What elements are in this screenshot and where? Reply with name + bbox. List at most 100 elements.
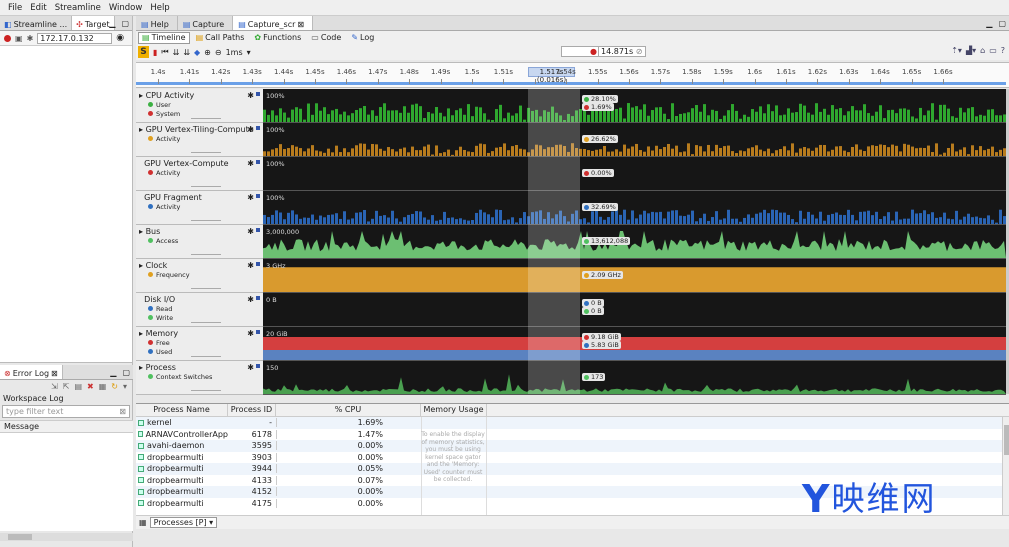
chart-color-icon[interactable]	[256, 160, 260, 164]
scrollbar-thumb[interactable]	[1004, 425, 1009, 455]
zoom-out-icon[interactable]: ⊖	[215, 48, 222, 57]
column-header-process-name[interactable]: Process Name	[136, 404, 228, 416]
timeline-overview-bar[interactable]	[136, 82, 1006, 85]
chart-color-icon[interactable]	[256, 194, 260, 198]
target-list-icon[interactable]: ▣	[15, 34, 23, 43]
message-column-header[interactable]: Message	[0, 420, 133, 433]
delete-log-icon[interactable]: ✖	[87, 382, 94, 391]
chart-plot-0[interactable]: 100% 28.10% 1.69%	[263, 89, 1006, 123]
chart-color-icon[interactable]	[256, 228, 260, 232]
restore-log-icon[interactable]: ↻	[111, 382, 118, 391]
gear-icon[interactable]: ✱	[247, 125, 254, 134]
gear-icon[interactable]: ✱	[247, 227, 254, 236]
maximize-icon[interactable]: ▢	[121, 19, 129, 28]
chart-label-4[interactable]: ▸ Bus Access ✱	[136, 225, 263, 259]
time-value-input[interactable]: 14.871s ⊘	[598, 46, 646, 57]
column-header-cpu[interactable]: % CPU	[276, 404, 421, 416]
chart-plot-3[interactable]: 100% 32.69%	[263, 191, 1006, 225]
filter-input[interactable]: type filter text ⊠	[2, 405, 130, 418]
snapshot-icon[interactable]: ⌂	[980, 46, 985, 55]
chart-plot-4[interactable]: 3,000,000 13,612,088	[263, 225, 1006, 259]
gear-icon[interactable]: ✱	[247, 91, 254, 100]
chart-plot-8[interactable]: 150 173	[263, 361, 1006, 395]
minimize-icon[interactable]: ▁	[986, 19, 992, 28]
chart-label-6[interactable]: Disk I/O Read Write ✱	[136, 293, 263, 327]
tab-capture-scr[interactable]: ▤ Capture_scr ⊠	[233, 16, 314, 30]
tab-streamline[interactable]: ◧ Streamline ...	[0, 16, 73, 30]
gear-icon[interactable]: ✱	[247, 193, 254, 202]
table-row[interactable]: ARNAVControllerApp 6178 1.47%	[136, 429, 1009, 441]
bookmark-icon[interactable]: ▮	[153, 48, 157, 57]
chart-plot-6[interactable]: 0 B0 B0 B	[263, 293, 1006, 327]
target-ip-input[interactable]: 172.17.0.132	[37, 32, 113, 44]
tab-capture[interactable]: ▤ Capture	[178, 16, 234, 30]
export-log-icon[interactable]: ⇲	[51, 382, 58, 391]
menu-window[interactable]: Window	[105, 3, 147, 13]
target-list[interactable]	[0, 46, 132, 363]
scrollbar-thumb[interactable]	[8, 534, 32, 540]
horizontal-scrollbar[interactable]	[0, 533, 133, 541]
help-icon[interactable]: ?	[1001, 46, 1005, 55]
gear-icon[interactable]: ✱	[247, 295, 254, 304]
resize-handle[interactable]	[191, 288, 221, 289]
resize-handle[interactable]	[191, 356, 221, 357]
export-icon[interactable]: ▭	[989, 46, 997, 55]
table-scrollbar[interactable]	[1002, 417, 1009, 516]
resize-handle[interactable]	[191, 118, 221, 119]
zoom-dropdown-icon[interactable]: ▾	[247, 48, 251, 57]
chart-color-icon[interactable]	[256, 262, 260, 266]
tab-timeline[interactable]: ▤ Timeline	[138, 31, 190, 44]
close-icon[interactable]: ⊠	[297, 20, 304, 29]
chart-plot-2[interactable]: 100% 0.00%	[263, 157, 1006, 191]
overflow-icon[interactable]: ⇡▾	[951, 46, 962, 55]
clear-log-icon[interactable]: ▤	[74, 382, 82, 391]
menu-edit[interactable]: Edit	[26, 3, 50, 13]
chart-plot-1[interactable]: 100% 26.62%	[263, 123, 1006, 157]
chart-label-5[interactable]: ▸ Clock Frequency ✱	[136, 259, 263, 293]
chart-color-icon[interactable]	[256, 296, 260, 300]
import-log-icon[interactable]: ⇱	[63, 382, 70, 391]
zoom-level[interactable]: 1ms	[226, 48, 243, 57]
maximize-icon[interactable]: ▢	[122, 368, 130, 377]
chart-label-1[interactable]: ▸ GPU Vertex-Tiling-Compute Activity ✱	[136, 123, 263, 157]
menu-help[interactable]: Help	[146, 3, 173, 13]
tab-functions[interactable]: ✿ Functions	[250, 32, 305, 44]
tab-processes[interactable]: Processes [P] ▾	[149, 517, 218, 528]
resize-handle[interactable]	[191, 186, 221, 187]
settings-icon[interactable]: ✱	[27, 34, 34, 43]
gear-icon[interactable]: ✱	[247, 363, 254, 372]
chart-color-icon[interactable]	[256, 92, 260, 96]
record-icon[interactable]	[4, 34, 11, 42]
chart-plot-7[interactable]: 20 GiB 9.18 GiB 5.83 GiB	[263, 327, 1006, 361]
zoom-in-icon[interactable]: ⊕	[204, 48, 211, 57]
marker-next-icon[interactable]: ⇊	[183, 48, 190, 57]
tab-call-paths[interactable]: ▤ Call Paths	[192, 32, 249, 44]
chart-plot-5[interactable]: 3 GHz 2.09 GHz	[263, 259, 1006, 293]
marker-icon[interactable]: ⇊	[173, 48, 180, 57]
resize-handle[interactable]	[191, 322, 221, 323]
eye-icon[interactable]: ◉	[116, 33, 124, 43]
tab-code[interactable]: ▭ Code	[307, 32, 345, 44]
step-back-icon[interactable]: ⏮	[161, 47, 168, 57]
column-header-process-id[interactable]: Process ID	[228, 404, 276, 416]
chart-color-icon[interactable]	[256, 364, 260, 368]
maximize-icon[interactable]: ▢	[998, 19, 1006, 28]
chart-label-0[interactable]: ▸ CPU Activity User System ✱	[136, 89, 263, 123]
chart-color-icon[interactable]	[256, 126, 260, 130]
gear-icon[interactable]: ✱	[247, 261, 254, 270]
chart-label-2[interactable]: GPU Vertex-Compute Activity ✱	[136, 157, 263, 191]
column-header-memory[interactable]: Memory Usage	[421, 404, 487, 416]
chart-label-7[interactable]: ▸ Memory Free Used ✱	[136, 327, 263, 361]
open-log-icon[interactable]: ▦	[99, 382, 107, 391]
resize-handle[interactable]	[191, 254, 221, 255]
gear-icon[interactable]: ✱	[247, 159, 254, 168]
clear-filter-icon[interactable]: ⊠	[119, 406, 126, 417]
close-icon[interactable]: ⊠	[51, 369, 58, 378]
table-row[interactable]: avahi-daemon 3595 0.00%	[136, 440, 1009, 452]
minimize-icon[interactable]: ▁	[110, 368, 116, 377]
resize-handle[interactable]	[191, 152, 221, 153]
menu-streamline[interactable]: Streamline	[51, 3, 105, 13]
table-row[interactable]: dropbearmulti 3903 0.00%	[136, 452, 1009, 464]
resize-handle[interactable]	[191, 220, 221, 221]
minimize-icon[interactable]: ▁	[109, 19, 115, 28]
